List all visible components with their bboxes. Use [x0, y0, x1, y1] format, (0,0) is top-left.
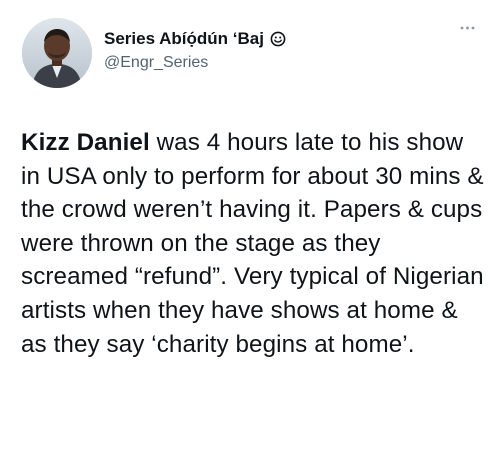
author-display-name[interactable]: Series Abíọ́dún ‘Baj: [104, 29, 264, 49]
avatar[interactable]: [22, 18, 92, 88]
bold-name: Kizz Daniel: [21, 129, 150, 156]
more-options-button[interactable]: [456, 20, 482, 36]
tweet-header: Series Abíọ́dún ‘Baj @Engr_Series: [22, 18, 482, 94]
author-info: Series Abíọ́dún ‘Baj @Engr_Series: [104, 28, 434, 72]
tweet-text-body: was 4 hours late to his show in USA only…: [21, 129, 484, 358]
profile-photo-icon: [22, 18, 92, 88]
smiley-icon: [270, 31, 286, 47]
display-name-row: Series Abíọ́dún ‘Baj: [104, 28, 434, 50]
more-options-icon: [460, 26, 475, 30]
tweet-card: Series Abíọ́dún ‘Baj @Engr_Series Kizz D…: [0, 0, 500, 458]
author-handle[interactable]: @Engr_Series: [104, 54, 434, 72]
tweet-text: Kizz Daniel was 4 hours late to his show…: [21, 126, 486, 361]
